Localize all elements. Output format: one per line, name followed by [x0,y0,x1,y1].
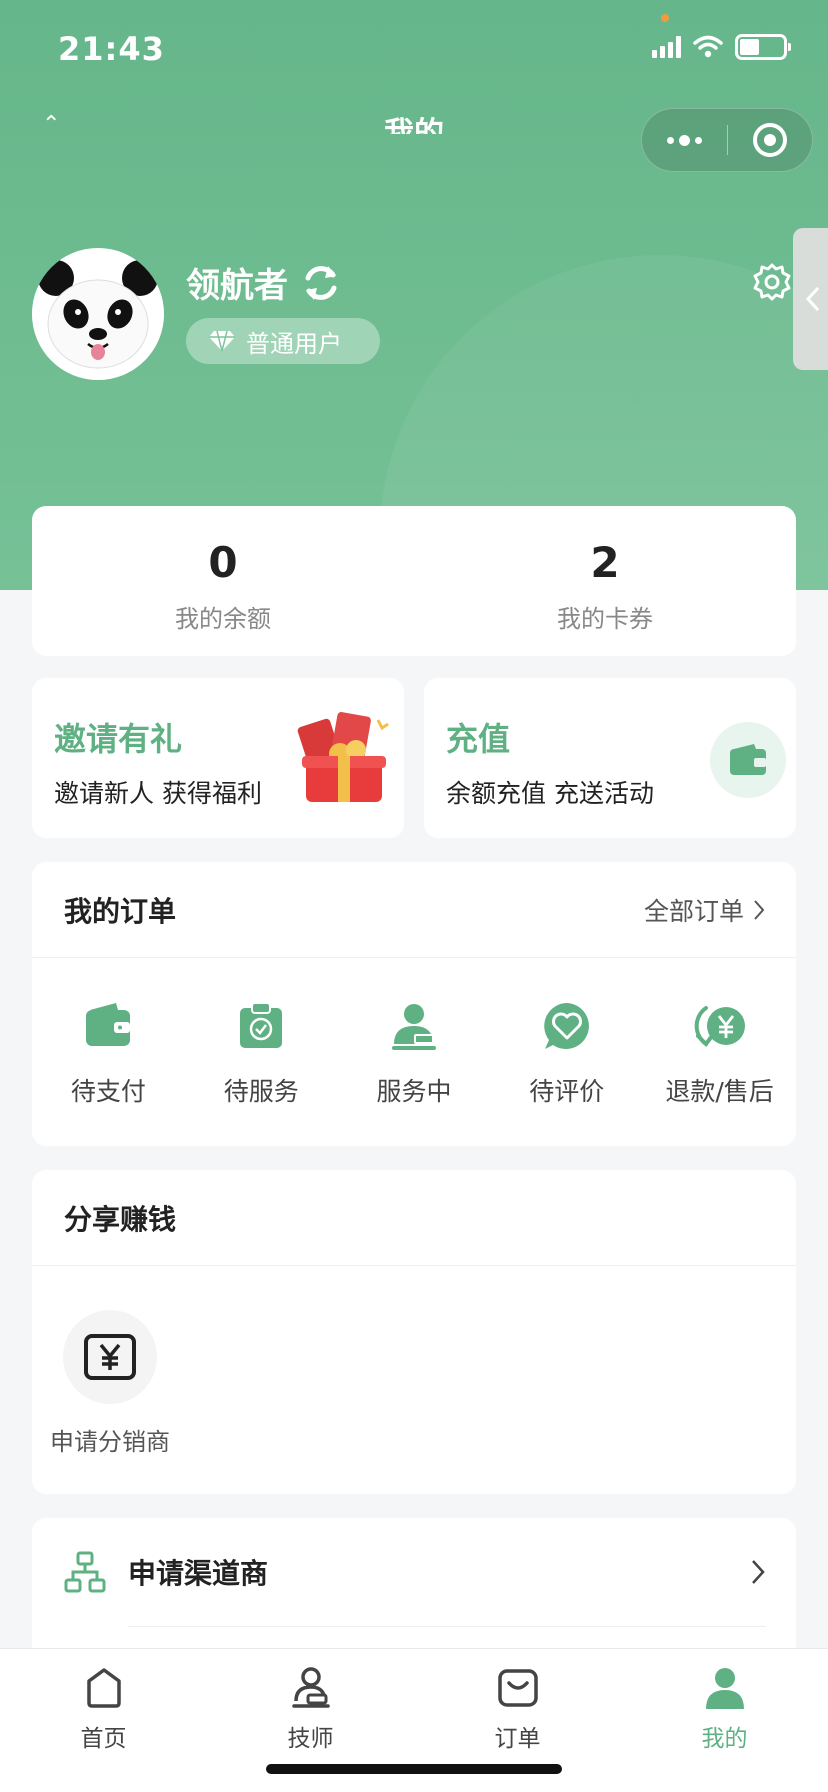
stat-balance[interactable]: 0 我的余额 [32,506,414,656]
yen-card-icon [63,1310,157,1404]
privacy-dot [661,14,669,22]
more-icon[interactable] [642,134,727,146]
invite-subtitle: 邀请新人 获得福利 [54,779,262,808]
order-status-label: 待支付 [70,1077,146,1106]
stat-label: 我的卡券 [557,605,653,633]
stat-coupons[interactable]: 2 我的卡券 [414,506,796,656]
apply-distributor[interactable]: 申请分销商 [44,1310,176,1457]
profile-header: 21:43 ⌃ 我的 领航者 普通用户 [0,0,828,590]
tab-label: 技师 [287,1726,334,1752]
tab-home[interactable]: 首页 [0,1649,207,1792]
chevron-left-icon [805,286,820,312]
order-status-label: 待评价 [529,1077,605,1106]
status-time: 21:43 [58,30,165,68]
orders-header: 我的订单 全部订单 [32,862,796,958]
recharge-title: 充值 [446,720,511,758]
person-icon [705,1668,744,1709]
order-refund[interactable]: 退款/售后 [643,1000,796,1108]
all-orders-label: 全部订单 [643,896,744,926]
order-pending-payment[interactable]: 待支付 [32,1000,185,1108]
gift-icon [297,712,389,802]
apply-distributor-label: 申请分销商 [50,1428,170,1456]
org-chart-icon [64,1551,106,1593]
chevron-right-icon [754,899,765,920]
order-in-service[interactable]: 服务中 [338,1000,491,1108]
order-pending-review[interactable]: 待评价 [490,1000,643,1108]
diamond-icon [209,330,235,352]
tab-label: 首页 [80,1726,127,1752]
side-drawer-handle[interactable] [793,228,828,370]
technician-icon [291,1667,330,1708]
wallet-icon [86,1003,131,1046]
sync-icon[interactable] [300,262,342,304]
wifi-icon [693,35,723,58]
share-title: 分享赚钱 [64,1202,177,1236]
invite-card[interactable]: 邀请有礼 邀请新人 获得福利 [32,678,404,838]
avatar[interactable] [32,248,164,380]
apply-channel-label: 申请渠道商 [128,1557,269,1590]
username: 领航者 [186,266,288,306]
apply-channel-row[interactable]: 申请渠道商 [32,1518,796,1626]
order-pending-service[interactable]: 待服务 [185,1000,338,1108]
role-badge: 普通用户 [186,318,380,364]
balance-card: 0 我的余额 2 我的卡券 [32,506,796,656]
orders-title: 我的订单 [64,894,177,928]
gear-icon[interactable] [752,262,792,302]
close-icon[interactable] [728,123,813,157]
clipboard-check-icon [240,1002,283,1048]
order-status-list: 待支付 待服务 服务中 待评价 退款/售后 [32,958,796,1108]
mini-program-capsule [641,108,813,172]
status-icons [652,34,791,60]
signal-icon [652,36,681,58]
recharge-subtitle: 余额充值 充送活动 [446,779,654,808]
wallet-icon [710,722,786,798]
order-status-label: 退款/售后 [665,1077,774,1106]
user-working-icon [391,1004,436,1050]
divider [128,1626,766,1627]
heart-chat-icon [544,1003,589,1049]
invite-title: 邀请有礼 [54,720,183,758]
home-icon [86,1668,121,1708]
tab-label: 订单 [494,1726,541,1752]
battery-icon [735,34,791,60]
all-orders-link[interactable]: 全部订单 [644,892,766,928]
role-label: 普通用户 [246,329,342,358]
stat-value: 0 [208,538,238,587]
order-status-label: 服务中 [376,1077,452,1106]
recharge-card[interactable]: 充值 余额充值 充送活动 [424,678,796,838]
chevron-right-icon [752,1560,765,1584]
order-status-label: 待服务 [223,1077,299,1106]
orders-card: 我的订单 全部订单 待支付 待服务 服务中 待评价 退款/售后 [32,862,796,1146]
refund-yen-icon [694,1006,745,1048]
stat-value: 2 [590,538,620,587]
home-indicator [266,1764,562,1774]
order-bag-icon [497,1669,538,1707]
tab-me[interactable]: 我的 [621,1649,828,1792]
tab-label: 我的 [701,1726,748,1752]
stat-label: 我的余额 [175,605,271,633]
share-header: 分享赚钱 [32,1170,796,1266]
share-card: 分享赚钱 申请分销商 [32,1170,796,1494]
